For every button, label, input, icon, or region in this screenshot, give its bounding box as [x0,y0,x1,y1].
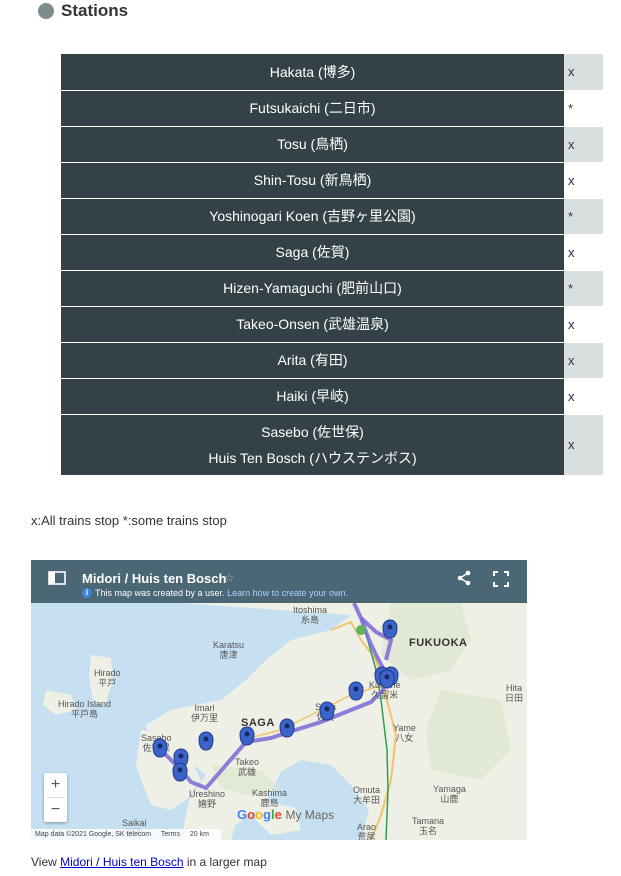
station-name: Sasebo (佐世保) Huis Ten Bosch (ハウステンボス) [61,414,564,476]
stop-mark: x [564,306,603,343]
map-footer: View Midori / Huis ten Bosch in a larger… [31,855,267,869]
place-label: Kashima 鹿島 [252,788,288,808]
table-row: Takeo-Onsen (武雄温泉) x [61,306,603,343]
place-label: FUKUOKA [409,637,468,649]
place-label: Itoshima 糸島 [293,605,328,625]
station-name: Tosu (鳥栖) [61,126,564,163]
map-attribution: Map data ©2021 Google, SK telecom Terms … [31,829,221,840]
scale-bar: 20 km [189,831,209,838]
stop-legend: x:All trains stop *:some trains stop [31,513,227,528]
info-icon: i [82,588,92,598]
google-my-maps-logo: Google My Maps [237,807,335,822]
place-label: SAGA [241,717,275,729]
place-label: Arao 荒尾 [357,822,377,840]
attribution-text: Map data ©2021 Google, SK telecom [35,831,152,838]
table-row: Saga (佐賀) x [61,234,603,271]
stop-mark: x [564,414,603,476]
table-row: Hakata (博多) x [61,54,603,91]
terms-link[interactable]: Terms [161,831,180,838]
table-row: Tosu (鳥栖) x [61,126,603,163]
stations-table: Hakata (博多) x Futsukaichi (二日市) * Tosu (… [61,54,603,476]
embedded-map[interactable]: Itoshima 糸島 FUKUOKA Karatsu 唐津 Hirado 平戸 Hi… [31,560,527,840]
stop-mark: * [564,198,603,235]
zoom-controls: + − [44,773,67,822]
place-label: Yame 八女 [393,723,416,743]
station-name-line2: Huis Ten Bosch (ハウステンボス) [208,449,417,466]
place-label: Hirado Island 平戸島 [58,699,112,719]
table-row: Arita (有田) x [61,342,603,379]
map-title[interactable]: Midori / Huis ten Bosch [82,571,226,586]
zoom-in-button[interactable]: + [44,773,67,797]
map-header: Midori / Huis ten Bosch ☆ i This map was… [31,560,527,603]
place-label: Ureshino 嬉野 [189,789,226,809]
star-icon[interactable]: ☆ [224,571,235,585]
station-name: Haiki (早岐) [61,378,564,415]
place-label: Karatsu 唐津 [213,640,245,660]
stop-mark: x [564,126,603,163]
station-name: Takeo-Onsen (武雄温泉) [61,306,564,343]
place-label: Hirado 平戸 [94,668,121,688]
larger-map-link[interactable]: Midori / Huis ten Bosch [60,855,183,869]
place-label: Takeo 武雄 [235,757,260,777]
place-label: Yamaga 山鹿 [433,784,466,804]
station-name: Hakata (博多) [61,54,564,91]
fullscreen-icon[interactable] [493,571,509,587]
table-row: Yoshinogari Koen (吉野ヶ里公園) * [61,198,603,235]
section-title: Stations [61,1,129,20]
stop-mark: x [564,162,603,199]
station-name: Futsukaichi (二日市) [61,90,564,127]
table-row: Hizen-Yamaguchi (肥前山口) * [61,270,603,307]
learn-more-link[interactable]: Learn how to create your own. [227,588,348,598]
place-label: Sasebo 佐世保 [141,733,172,753]
station-name: Hizen-Yamaguchi (肥前山口) [61,270,564,307]
table-row: Sasebo (佐世保) Huis Ten Bosch (ハウステンボス) x [61,414,603,476]
stop-mark: x [564,234,603,271]
bullet-icon [38,3,54,19]
section-heading: Stations [38,0,128,22]
place-label: Saga 佐賀 [315,702,337,722]
sidebar-toggle-icon[interactable] [48,571,66,585]
stop-mark: x [564,342,603,379]
place-label: Kurume 久留米 [369,680,401,700]
place-label: Tamana 玉名 [412,816,445,836]
stop-mark: * [564,90,603,127]
table-row: Haiki (早岐) x [61,378,603,415]
stop-mark: x [564,54,603,91]
station-name-line1: Sasebo (佐世保) [261,423,364,440]
station-name: Shin-Tosu (新鳥栖) [61,162,564,199]
station-name: Saga (佐賀) [61,234,564,271]
share-icon[interactable] [456,570,472,586]
table-row: Futsukaichi (二日市) * [61,90,603,127]
place-label: Imari 伊万里 [191,703,219,723]
place-label: Omuta 大牟田 [353,785,381,805]
station-name: Arita (有田) [61,342,564,379]
zoom-out-button[interactable]: − [44,798,67,822]
stop-mark: x [564,378,603,415]
station-name: Yoshinogari Koen (吉野ヶ里公園) [61,198,564,235]
map-note: This map was created by a user. Learn ho… [95,588,349,598]
place-label: Hita 日田 [505,683,524,703]
stop-mark: * [564,270,603,307]
table-row: Shin-Tosu (新鳥栖) x [61,162,603,199]
